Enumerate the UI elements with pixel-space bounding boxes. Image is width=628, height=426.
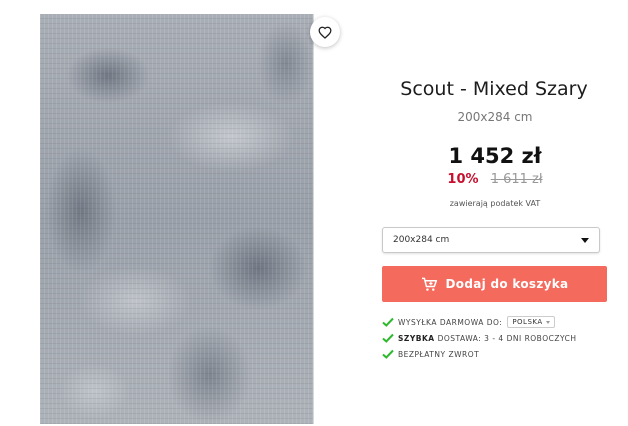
perk-delivery: Szybka dostawa: 3 - 4 dni roboczych [382, 330, 612, 346]
perk-returns: Bezpłatny zwrot [382, 346, 612, 362]
product-title: Scout - Mixed Szary [400, 78, 588, 100]
perk-shipping: Wysyłka darmowa do: POLSKA [382, 314, 612, 330]
country-select-value: POLSKA [512, 318, 543, 326]
country-select[interactable]: POLSKA [507, 316, 555, 328]
discount-row: 10% 1 611 zł [382, 172, 608, 187]
perk-delivery-label: dostawa: 3 - 4 dni roboczych [437, 333, 577, 343]
size-select[interactable]: 200x284 cm [382, 227, 600, 253]
cart-icon [421, 277, 437, 291]
check-icon [382, 349, 394, 359]
old-price: 1 611 zł [490, 172, 543, 187]
vat-note: zawierają podatek VAT [449, 199, 541, 208]
product-price: 1 452 zł [448, 144, 542, 168]
size-select-value: 200x284 cm [393, 235, 450, 245]
favorite-button[interactable] [310, 17, 340, 47]
chevron-down-icon [545, 320, 550, 324]
perk-returns-label: Bezpłatny zwrot [398, 349, 480, 359]
perk-delivery-bold: Szybka [398, 333, 435, 343]
discount-badge: 10% [447, 172, 479, 187]
perk-shipping-label: Wysyłka darmowa do: [398, 317, 503, 327]
add-to-cart-button[interactable]: Dodaj do koszyka [382, 266, 607, 302]
heart-icon [318, 26, 332, 39]
check-icon [382, 333, 394, 343]
perks-list: Wysyłka darmowa do: POLSKA Szybka dostaw… [382, 314, 612, 362]
chevron-down-icon [581, 237, 589, 243]
add-to-cart-label: Dodaj do koszyka [445, 277, 569, 291]
check-icon [382, 317, 394, 327]
product-image[interactable] [40, 14, 314, 424]
product-size: 200x284 cm [457, 110, 533, 124]
